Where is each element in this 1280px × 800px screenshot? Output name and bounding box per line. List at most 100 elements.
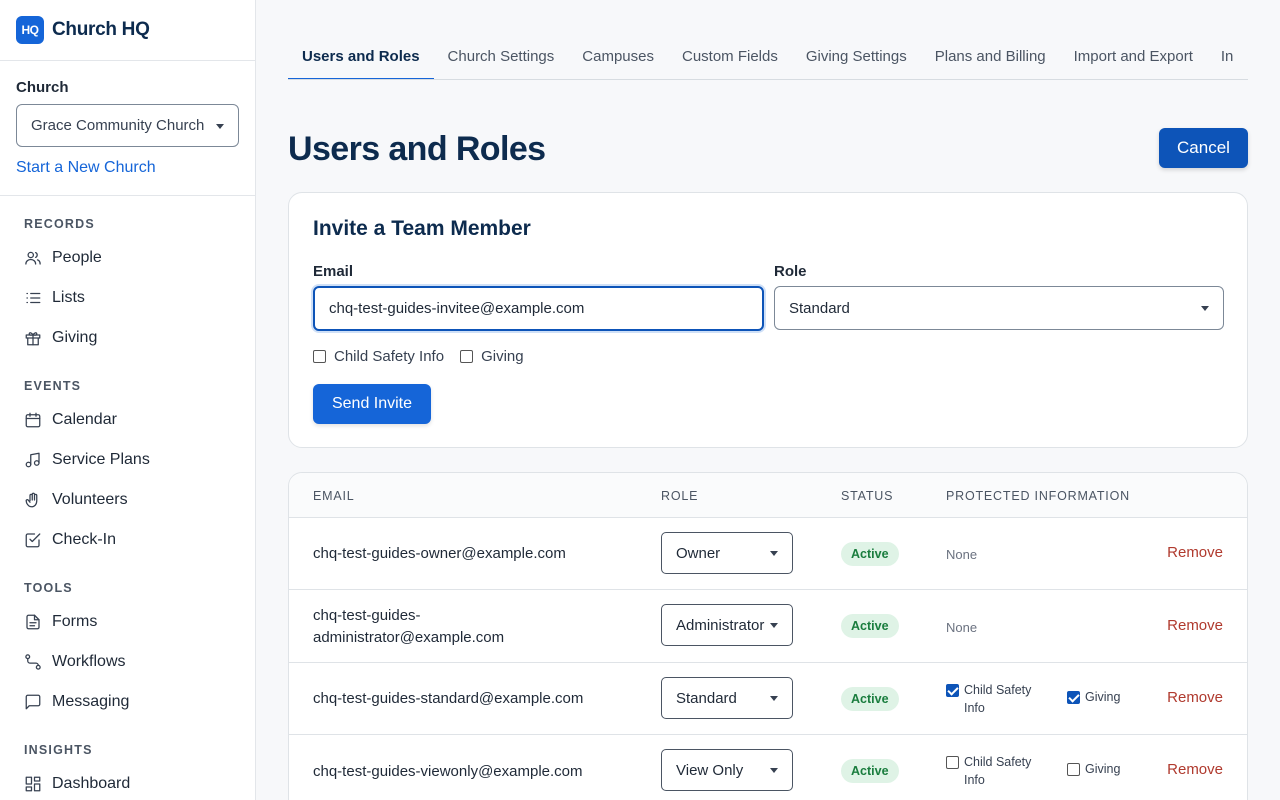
role-label: Role xyxy=(774,263,807,280)
nav-item-label: Dashboard xyxy=(52,775,131,792)
cancel-button[interactable]: Cancel xyxy=(1159,128,1248,168)
table-row: chq-test-guides-standard@example.com Sta… xyxy=(289,663,1247,735)
table-row: chq-test-guides-viewonly@example.com Vie… xyxy=(289,735,1247,800)
row-role-select[interactable]: View Only xyxy=(661,749,793,791)
nav-item-label: Messaging xyxy=(52,693,130,710)
nav-item-lists[interactable]: Lists xyxy=(24,278,255,318)
giving-label: Giving xyxy=(1085,762,1121,776)
church-select[interactable]: Grace Community Church xyxy=(16,104,239,147)
nav-records: RECORDS People Lists Giving xyxy=(0,210,255,358)
send-invite-button[interactable]: Send Invite xyxy=(313,384,431,424)
invite-permissions: Child Safety Info Giving xyxy=(313,348,524,365)
row-role-value: View Only xyxy=(676,761,744,779)
status-badge: Active xyxy=(841,542,899,566)
tab-plans-and-billing[interactable]: Plans and Billing xyxy=(921,48,1060,79)
caret-down-icon xyxy=(216,123,224,129)
nav-item-messaging[interactable]: Messaging xyxy=(24,682,255,722)
nav-item-volunteers[interactable]: Volunteers xyxy=(24,480,255,520)
page-title: Users and Roles xyxy=(288,130,546,168)
row-email: chq-test-guides-owner@example.com xyxy=(313,545,566,562)
nav-item-label: Workflows xyxy=(52,653,126,670)
tab-campuses[interactable]: Campuses xyxy=(568,48,668,79)
child-safety-checkbox[interactable] xyxy=(946,756,959,769)
table-row: chq-test-guides-owner@example.com Owner … xyxy=(289,518,1247,590)
tab-custom-fields[interactable]: Custom Fields xyxy=(668,48,792,79)
role-select-value: Standard xyxy=(789,299,850,317)
row-email: chq-test-guides-standard@example.com xyxy=(313,690,584,707)
row-role-select[interactable]: Administrator xyxy=(661,604,793,646)
users-table: EMAIL ROLE STATUS PROTECTED INFORMATION … xyxy=(288,472,1248,800)
caret-down-icon xyxy=(770,696,778,701)
caret-down-icon xyxy=(1201,306,1209,311)
tab-giving-settings[interactable]: Giving Settings xyxy=(792,48,921,79)
calendar-icon xyxy=(25,412,41,428)
tab-overflow[interactable]: In xyxy=(1207,48,1248,79)
page-header: Users and Roles Cancel xyxy=(288,128,1248,168)
giving-checkbox[interactable] xyxy=(460,350,474,363)
church-select-value: Grace Community Church xyxy=(31,117,205,134)
nav-item-calendar[interactable]: Calendar xyxy=(24,400,255,440)
row-role-select[interactable]: Standard xyxy=(661,677,793,719)
nav-item-workflows[interactable]: Workflows xyxy=(24,642,255,682)
row-role-value: Administrator xyxy=(676,616,765,634)
invite-heading: Invite a Team Member xyxy=(313,217,531,240)
nav-item-label: Giving xyxy=(52,329,98,346)
giving-checkbox[interactable] xyxy=(1067,762,1080,776)
table-header: EMAIL ROLE STATUS PROTECTED INFORMATION xyxy=(289,473,1247,518)
nav-section-title: RECORDS xyxy=(24,217,95,231)
remove-link[interactable]: Remove xyxy=(1167,617,1223,634)
hand-icon xyxy=(25,492,38,508)
child-safety-checkbox[interactable] xyxy=(946,684,959,697)
row-role-select[interactable]: Owner xyxy=(661,532,793,574)
nav-section-title: INSIGHTS xyxy=(24,743,93,757)
child-safety-label: Child Safety Info xyxy=(964,683,1032,715)
protected-giving: Giving xyxy=(1067,690,1120,704)
protected-child-safety: Child Safety Info xyxy=(946,753,1044,789)
child-safety-label: Child Safety Info xyxy=(334,348,445,365)
remove-link[interactable]: Remove xyxy=(1167,761,1223,778)
nav-events: EVENTS Calendar Service Plans Volunteers… xyxy=(0,372,255,560)
sidebar: HQ Church HQ Church Grace Community Chur… xyxy=(0,0,256,800)
start-new-church-link[interactable]: Start a New Church xyxy=(16,159,239,177)
remove-link[interactable]: Remove xyxy=(1167,689,1223,706)
tab-users-and-roles[interactable]: Users and Roles xyxy=(288,48,434,79)
music-note-icon xyxy=(25,452,40,468)
main-content: Users and Roles Church Settings Campuses… xyxy=(288,0,1248,800)
nav-item-dashboard[interactable]: Dashboard xyxy=(24,764,255,800)
church-label: Church xyxy=(16,79,69,96)
column-header-protected: PROTECTED INFORMATION xyxy=(946,489,1130,503)
row-email-line: chq-test-guides- xyxy=(313,607,421,624)
email-field[interactable] xyxy=(313,286,764,331)
brand[interactable]: HQ Church HQ xyxy=(0,0,255,61)
status-badge: Active xyxy=(841,687,899,711)
tab-import-and-export[interactable]: Import and Export xyxy=(1060,48,1207,79)
child-safety-checkbox[interactable] xyxy=(313,350,326,363)
brand-logo: HQ xyxy=(16,16,44,44)
message-icon xyxy=(25,694,41,710)
nav-item-forms[interactable]: Forms xyxy=(24,602,255,642)
nav-item-label: People xyxy=(52,249,102,266)
list-icon xyxy=(26,292,41,304)
nav-item-people[interactable]: People xyxy=(24,238,255,278)
people-icon xyxy=(25,251,41,265)
giving-checkbox[interactable] xyxy=(1067,690,1080,704)
nav-item-service-plans[interactable]: Service Plans xyxy=(24,440,255,480)
nav-item-check-in[interactable]: Check-In xyxy=(24,520,255,560)
row-email: chq-test-guides- administrator@example.c… xyxy=(313,605,504,649)
nav-section-title: TOOLS xyxy=(24,581,73,595)
nav-item-giving[interactable]: Giving xyxy=(24,318,255,358)
check-in-icon xyxy=(25,533,41,548)
table-row: chq-test-guides- administrator@example.c… xyxy=(289,590,1247,663)
nav-item-label: Check-In xyxy=(52,531,117,548)
role-select[interactable]: Standard xyxy=(774,286,1224,330)
row-email: chq-test-guides-viewonly@example.com xyxy=(313,763,583,780)
nav-tools: TOOLS Forms Workflows Messaging xyxy=(0,574,255,722)
remove-link[interactable]: Remove xyxy=(1167,544,1223,561)
row-role-value: Standard xyxy=(676,689,737,707)
nav-item-label: Calendar xyxy=(52,411,117,428)
giving-label: Giving xyxy=(1085,690,1121,704)
row-role-value: Owner xyxy=(676,544,721,562)
column-header-email: EMAIL xyxy=(313,489,355,503)
nav-item-label: Volunteers xyxy=(52,491,128,508)
tab-church-settings[interactable]: Church Settings xyxy=(434,48,569,79)
